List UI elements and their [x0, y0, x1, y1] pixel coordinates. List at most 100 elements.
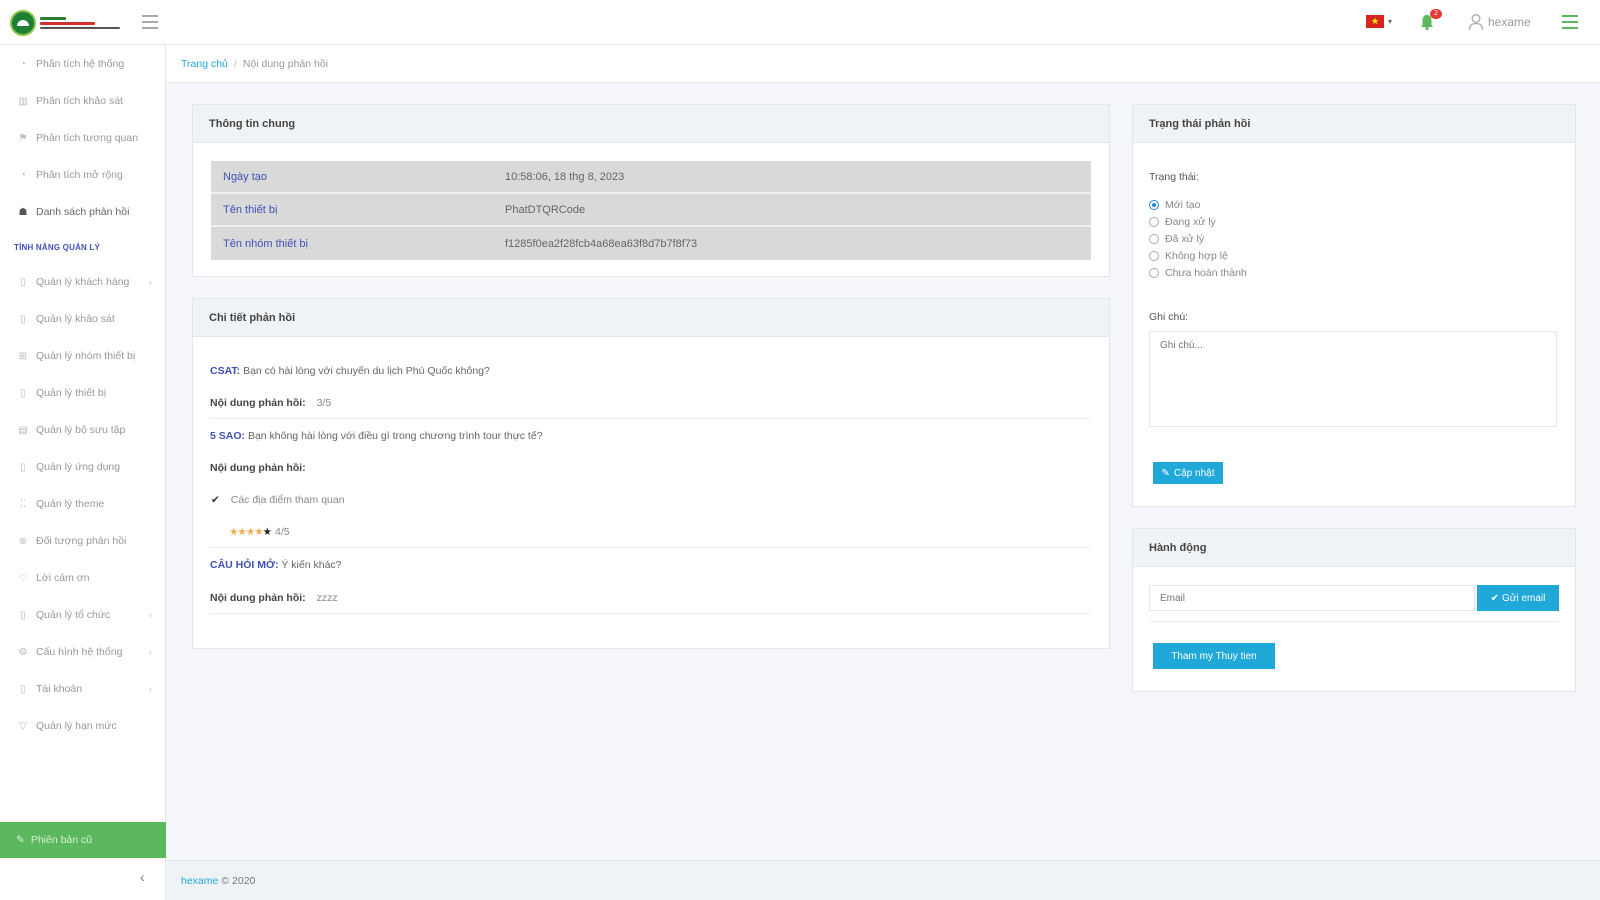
logo-wordmark — [40, 17, 120, 29]
footer-brand-link[interactable]: hexame — [181, 875, 218, 887]
view-button[interactable]: Tham my Thuy tien — [1153, 643, 1275, 669]
update-status-button[interactable]: ✎ Cập nhật — [1153, 462, 1223, 484]
feedback-detail-card: Chi tiết phản hồi CSAT: Bạn có hài lòng … — [192, 298, 1110, 649]
question-open: CÂU HỎI MỞ: Ý kiến khác? — [210, 559, 342, 571]
old-version-label: Phiên bản cũ — [30, 834, 93, 846]
sidebar-item-devices[interactable]: ▯ Quản lý thiết bị — [0, 378, 166, 408]
sidebar-item-themes[interactable]: ⁚⁚ Quản lý theme — [0, 489, 166, 519]
sidebar-item-label: Phân tích tương quan — [36, 132, 139, 144]
target-icon: ⊕ — [18, 535, 28, 547]
status-radio-incomplete[interactable]: Chưa hoàn thành — [1149, 267, 1247, 279]
sidebar-item-label: Quản lý thiết bị — [36, 387, 107, 399]
sidebar-item-device-groups[interactable]: ⊞ Quản lý nhóm thiết bị — [0, 341, 166, 371]
organization-icon: ▯ — [20, 609, 26, 621]
question-text: Ý kiến khác? — [281, 559, 342, 571]
question-tag: CÂU HỎI MỞ: — [210, 559, 279, 571]
building-icon: ▯ — [20, 276, 26, 288]
sidebar-item-feedback-targets[interactable]: ⊕ Đối tượng phản hồi — [0, 526, 166, 556]
collection-icon: ▤ — [18, 424, 28, 436]
divider — [210, 418, 1090, 419]
sidebar-item-accounts[interactable]: ▯ Tài khoản ‹ — [0, 674, 166, 704]
chevron-left-icon: ‹ — [149, 684, 152, 694]
sidebar-item-quota[interactable]: ▽ Quản lý hạn mức — [0, 711, 166, 741]
star-filled-icon: ★★★★ — [229, 526, 264, 538]
send-email-button[interactable]: ✔ Gửi email — [1477, 585, 1559, 611]
sidebar-item-surveys[interactable]: ▯ Quản lý khảo sát — [0, 304, 166, 334]
vietnam-flag-icon[interactable]: ★ — [1366, 15, 1384, 28]
sidebar-item-collections[interactable]: ▤ Quản lý bộ sưu tập — [0, 415, 166, 445]
menu-toggle-icon[interactable] — [142, 15, 158, 29]
username-label: hexame — [1488, 15, 1531, 29]
answer-value: zzzz — [316, 592, 338, 604]
notification-badge: 2 — [1430, 9, 1442, 19]
send-email-label: Gửi email — [1502, 592, 1546, 604]
status-radio-new[interactable]: Mới tạo — [1149, 199, 1200, 211]
feedback-status-card: Trạng thái phản hồi Trạng thái: Mới tạo … — [1132, 104, 1576, 507]
status-radio-invalid[interactable]: Không hợp lệ — [1149, 250, 1228, 262]
sidebar: ◔ Phân tích hệ thống ▥ Phân tích khảo sá… — [0, 45, 166, 900]
brand-logo[interactable] — [10, 8, 120, 38]
footer-copyright: © 2020 — [221, 874, 256, 887]
info-key: Tên thiết bị — [223, 203, 278, 216]
sidebar-item-label: Quản lý nhóm thiết bị — [36, 350, 136, 362]
tablet-icon: ▯ — [20, 387, 26, 399]
chevron-left-icon: ‹ — [149, 647, 152, 657]
breadcrumb-home-link[interactable]: Trang chủ — [181, 58, 228, 70]
radio-label: Chưa hoàn thành — [1165, 267, 1247, 279]
sidebar-item-label: Quản lý bộ sưu tập — [36, 424, 126, 436]
email-input[interactable] — [1149, 585, 1475, 611]
table-row: Tên nhóm thiết bị f1285f0ea2f28fcb4a68ea… — [211, 227, 1091, 260]
gear-icon: ⚙ — [18, 646, 28, 658]
theme-icon: ⁚⁚ — [19, 498, 27, 510]
flag-star: ★ — [1370, 16, 1380, 26]
sidebar-item-customers[interactable]: ▯ Quản lý khách hàng ‹ — [0, 267, 166, 297]
radio-label: Đang xử lý — [1165, 216, 1216, 228]
radio-unselected — [1149, 217, 1159, 227]
question-tag: CSAT: — [210, 365, 241, 377]
sidebar-item-label: Cấu hình hệ thống — [36, 646, 123, 658]
sidebar-item-correlation-analysis[interactable]: ⚑ Phân tích tương quan — [0, 123, 166, 153]
question-csat: CSAT: Bạn có hài lòng với chuyến du lịch… — [210, 365, 490, 377]
sidebar-item-organizations[interactable]: ▯ Quản lý tổ chức ‹ — [0, 600, 166, 630]
chevron-left-icon: ‹ — [149, 610, 152, 620]
sidebar-item-extended-analysis[interactable]: ◔ Phân tích mở rộng — [0, 160, 166, 190]
top-navbar: ★ ▾ 2 hexame — [0, 0, 1600, 45]
bar-chart-icon: ▥ — [18, 95, 28, 107]
sidebar-item-label: Tài khoản — [36, 683, 83, 695]
note-label: Ghi chú: — [1149, 311, 1189, 323]
sidebar-item-label: Quản lý hạn mức — [36, 720, 117, 732]
answer-label: Nội dung phản hồi: — [210, 592, 306, 604]
note-textarea[interactable] — [1149, 331, 1557, 427]
question-tag: 5 SAO: — [210, 430, 246, 442]
sidebar-item-system-analysis[interactable]: ◔ Phân tích hệ thống — [0, 49, 166, 79]
user-menu[interactable]: hexame — [1468, 13, 1531, 31]
sidebar-item-survey-analysis[interactable]: ▥ Phân tích khảo sát — [0, 86, 166, 116]
caret-down-icon[interactable]: ▾ — [1388, 17, 1392, 26]
status-radio-processed[interactable]: Đã xử lý — [1149, 233, 1204, 245]
old-version-button[interactable]: ✎ Phiên bản cũ — [0, 822, 166, 858]
sidebar-item-feedback-list[interactable]: ☗ Danh sách phản hồi — [0, 197, 166, 227]
rating-value: 4/5 — [275, 526, 290, 538]
sidebar-collapse-icon[interactable]: ‹ — [140, 869, 145, 885]
radio-selected — [1149, 200, 1159, 210]
status-label: Trạng thái: — [1149, 171, 1199, 183]
answer-5-star: Nội dung phản hồi: — [210, 462, 306, 474]
account-icon: ▯ — [20, 683, 26, 695]
actions-card: Hành động ✔ Gửi email Tham my Thuy tien — [1132, 528, 1576, 692]
check-icon: ✔ — [1490, 592, 1499, 604]
dashboard-icon: ◔ — [19, 58, 27, 70]
feedback-status-title: Trạng thái phản hồi — [1133, 105, 1575, 143]
mobile-icon: ▯ — [20, 461, 26, 473]
sidebar-item-label: Lời cảm ơn — [36, 572, 90, 584]
status-radio-processing[interactable]: Đang xử lý — [1149, 216, 1216, 228]
sidebar-item-system-config[interactable]: ⚙ Cấu hình hệ thống ‹ — [0, 637, 166, 667]
sidebar-item-apps[interactable]: ▯ Quản lý ứng dụng — [0, 452, 166, 482]
sidebar-item-label: Quản lý khảo sát — [36, 313, 115, 325]
answer-open: Nội dung phản hồi: zzzz — [210, 592, 338, 604]
radio-unselected — [1149, 251, 1159, 261]
info-key: Tên nhóm thiết bị — [223, 237, 308, 250]
info-value: 10:58:06, 18 thg 8, 2023 — [505, 170, 625, 183]
aside-menu-icon[interactable] — [1562, 15, 1578, 29]
sidebar-item-thank-you[interactable]: ♡ Lời cảm ơn — [0, 563, 166, 593]
sidebar-item-label: Quản lý ứng dụng — [36, 461, 121, 473]
